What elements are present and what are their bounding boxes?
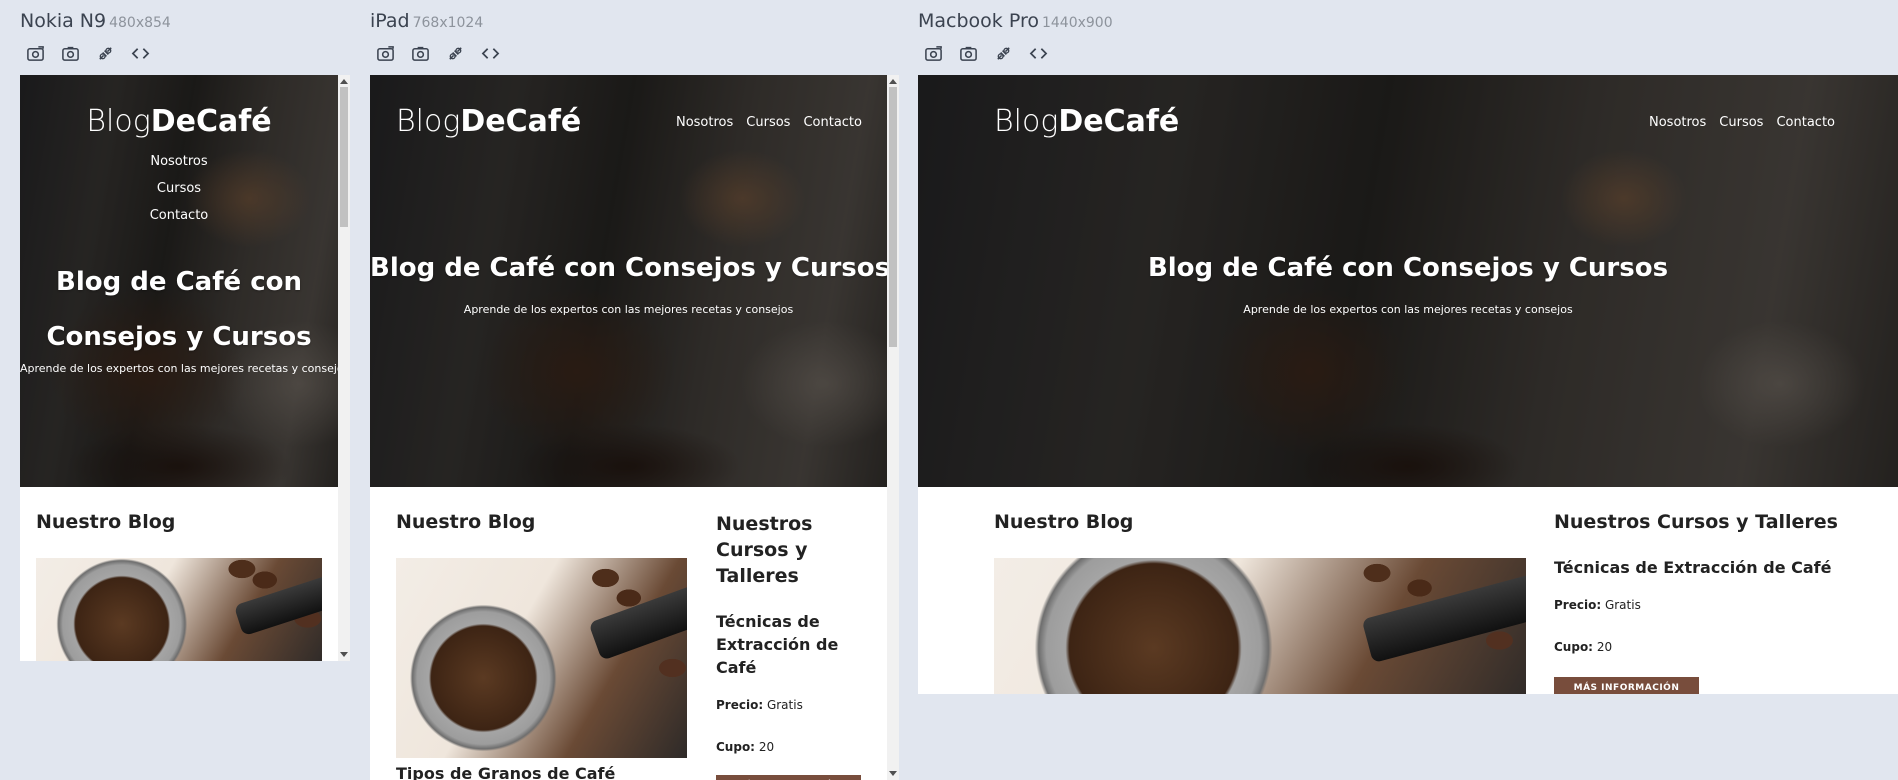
courses-section-title: Nuestros Cursos y Talleres [1554, 511, 1838, 533]
course-cupo: Cupo: 20 [716, 740, 774, 754]
device-header: Nokia N9 480x854 [20, 10, 171, 32]
course-price: Precio: Gratis [1554, 598, 1641, 612]
scroll-down-arrow[interactable] [889, 771, 897, 776]
nav-link-nosotros[interactable]: Nosotros [676, 115, 733, 130]
nav-link-nosotros[interactable]: Nosotros [150, 154, 207, 169]
logo-thin: Blog [396, 104, 461, 139]
viewport-frame: BlogDeCafé Nosotros Cursos Contacto Blog… [918, 75, 1898, 694]
connect-plug-icon[interactable] [95, 43, 116, 64]
logo-thin: Blog [86, 104, 151, 139]
price-label: Precio: [1554, 598, 1602, 612]
cupo-label: Cupo: [716, 740, 755, 754]
nav-link-contacto[interactable]: Contacto [803, 115, 862, 130]
hero: BlogDeCafé Nosotros Cursos Contacto Blog… [370, 75, 887, 487]
logo-bold: DeCafé [1058, 104, 1180, 139]
nav-link-contacto[interactable]: Contacto [1776, 115, 1835, 130]
connect-plug-icon[interactable] [445, 43, 466, 64]
site-logo[interactable]: BlogDeCafé [994, 104, 1179, 139]
code-icon[interactable] [130, 43, 151, 64]
nav-link-cursos[interactable]: Cursos [746, 115, 790, 130]
blog-section-title: Nuestro Blog [994, 511, 1134, 533]
main-nav: Nosotros Cursos Contacto [676, 115, 862, 130]
main-nav: Nosotros Cursos Contacto [20, 147, 338, 228]
device-header: iPad 768x1024 [370, 10, 483, 32]
scroll-thumb[interactable] [889, 87, 897, 347]
camera-icon[interactable] [958, 43, 979, 64]
hero: BlogDeCafé Nosotros Cursos Contacto Blog… [20, 75, 338, 487]
blog-post-title[interactable]: Tipos de Granos de Café [396, 764, 615, 780]
code-icon[interactable] [1028, 43, 1049, 64]
price-value: Gratis [766, 698, 803, 712]
camera-icon[interactable] [410, 43, 431, 64]
scroll-down-arrow[interactable] [340, 652, 348, 657]
camera-settings-icon[interactable] [25, 43, 46, 64]
course-cupo: Cupo: 20 [1554, 640, 1612, 654]
hero-title: Blog de Café con Consejos y Cursos [370, 253, 887, 283]
device-size: 768x1024 [412, 15, 484, 31]
site-logo[interactable]: BlogDeCafé [20, 104, 338, 139]
cupo-value: 20 [758, 740, 775, 754]
hero: BlogDeCafé Nosotros Cursos Contacto Blog… [918, 75, 1898, 487]
nav-link-nosotros[interactable]: Nosotros [1649, 115, 1706, 130]
connect-plug-icon[interactable] [993, 43, 1014, 64]
scrollbar[interactable] [338, 75, 350, 661]
nav-link-cursos[interactable]: Cursos [157, 181, 201, 196]
camera-icon[interactable] [60, 43, 81, 64]
device-name: iPad [370, 10, 410, 32]
logo-thin: Blog [994, 104, 1059, 139]
hero-subtitle: Aprende de los expertos con las mejores … [463, 303, 794, 316]
hero-title: Blog de Café con Consejos y Cursos [1147, 253, 1669, 283]
device-header: Macbook Pro 1440x900 [918, 10, 1113, 32]
cupo-value: 20 [1596, 640, 1613, 654]
viewport-frame: BlogDeCafé Nosotros Cursos Contacto Blog… [20, 75, 338, 661]
nav-link-contacto[interactable]: Contacto [150, 208, 209, 223]
camera-settings-icon[interactable] [375, 43, 396, 64]
device-name: Macbook Pro [918, 10, 1039, 32]
course-title[interactable]: Técnicas de Extracción de Café [716, 610, 866, 679]
hero-title: Blog de Café con Consejos y Cursos [46, 267, 312, 352]
hero-subtitle: Aprende de los expertos con las mejores … [20, 362, 338, 375]
course-info-button[interactable]: Más Información [1554, 677, 1699, 694]
camera-settings-icon[interactable] [923, 43, 944, 64]
device-toolbar [375, 43, 501, 64]
blog-section-title: Nuestro Blog [36, 511, 176, 533]
blog-post-image[interactable] [36, 558, 322, 661]
scrollbar[interactable] [887, 75, 899, 780]
courses-section-title: Nuestros Cursos y Talleres [716, 513, 813, 587]
device-size: 480x854 [109, 15, 171, 31]
blog-post-image[interactable] [994, 558, 1526, 694]
price-value: Gratis [1604, 598, 1641, 612]
blog-section-title: Nuestro Blog [396, 511, 536, 533]
scroll-thumb[interactable] [340, 87, 348, 227]
viewport-frame: BlogDeCafé Nosotros Cursos Contacto Blog… [370, 75, 887, 780]
scroll-up-arrow[interactable] [889, 79, 897, 84]
device-toolbar [25, 43, 151, 64]
course-price: Precio: Gratis [716, 698, 803, 712]
site-logo[interactable]: BlogDeCafé [396, 104, 581, 139]
device-toolbar [923, 43, 1049, 64]
nav-link-cursos[interactable]: Cursos [1719, 115, 1763, 130]
main-nav: Nosotros Cursos Contacto [1649, 115, 1835, 130]
code-icon[interactable] [480, 43, 501, 64]
device-name: Nokia N9 [20, 10, 107, 32]
course-title[interactable]: Técnicas de Extracción de Café [1554, 558, 1831, 577]
logo-bold: DeCafé [460, 104, 582, 139]
cupo-label: Cupo: [1554, 640, 1593, 654]
scroll-up-arrow[interactable] [340, 79, 348, 84]
device-size: 1440x900 [1041, 15, 1113, 31]
blog-post-image[interactable] [396, 558, 687, 758]
logo-bold: DeCafé [150, 104, 272, 139]
course-info-button[interactable]: Más Información [716, 775, 861, 780]
price-label: Precio: [716, 698, 764, 712]
hero-subtitle: Aprende de los expertos con las mejores … [1243, 303, 1573, 316]
